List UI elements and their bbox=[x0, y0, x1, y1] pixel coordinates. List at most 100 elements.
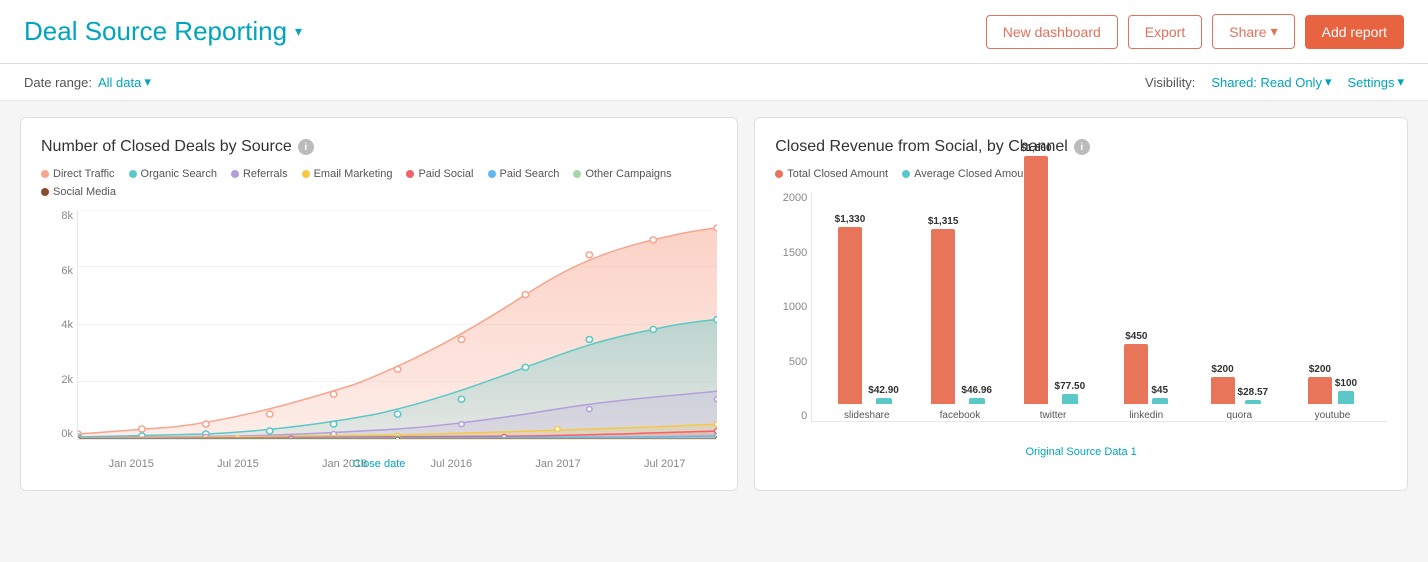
x-label: Jan 2015 bbox=[109, 458, 154, 470]
avg-bar-column: $28.57 bbox=[1238, 387, 1269, 404]
left-chart-info-icon[interactable]: i bbox=[298, 139, 314, 155]
legend-label: Direct Traffic bbox=[53, 168, 115, 180]
y-label: 2k bbox=[61, 374, 73, 386]
left-chart-plot bbox=[77, 210, 717, 440]
bar-pair: $450 $45 bbox=[1124, 331, 1168, 404]
avg-bar-value: $100 bbox=[1335, 378, 1357, 389]
legend-item: Other Campaigns bbox=[573, 168, 671, 180]
total-bar-value: $200 bbox=[1309, 364, 1331, 375]
date-range-value: All data bbox=[98, 75, 141, 90]
date-range-label: Date range: bbox=[24, 75, 92, 90]
bar-x-label: twitter bbox=[1040, 410, 1067, 421]
left-chart-legend: Direct TrafficOrganic SearchReferralsEma… bbox=[41, 168, 717, 198]
avg-bar-column: $46.96 bbox=[961, 385, 992, 404]
legend-dot bbox=[231, 170, 239, 178]
total-bar bbox=[1308, 377, 1332, 404]
legend-dot bbox=[41, 188, 49, 196]
legend-dot bbox=[129, 170, 137, 178]
legend-label: Email Marketing bbox=[314, 168, 393, 180]
bar-x-label: quora bbox=[1227, 410, 1253, 421]
total-bar-column: $450 bbox=[1124, 331, 1148, 404]
legend-label: Paid Social bbox=[418, 168, 473, 180]
settings-chevron-icon: ▾ bbox=[1397, 74, 1404, 90]
total-bar-column: $200 bbox=[1211, 364, 1235, 404]
total-bar bbox=[1211, 377, 1235, 404]
avg-bar-column: $77.50 bbox=[1055, 381, 1086, 404]
bar-group: $450 $45 linkedin bbox=[1100, 331, 1193, 421]
title-text: Deal Source Reporting bbox=[24, 16, 287, 47]
left-chart-card: Number of Closed Deals by Source i Direc… bbox=[20, 117, 738, 491]
left-y-labels: 8k 6k 4k 2k 0k bbox=[41, 210, 73, 440]
legend-label: Social Media bbox=[53, 186, 116, 198]
y-label: 6k bbox=[61, 265, 73, 277]
bar-group: $200 $100 youtube bbox=[1286, 364, 1379, 421]
legend-label: Total Closed Amount bbox=[787, 168, 888, 180]
add-report-button[interactable]: Add report bbox=[1305, 15, 1404, 49]
settings-button[interactable]: Settings ▾ bbox=[1347, 74, 1404, 90]
legend-item: Paid Social bbox=[406, 168, 473, 180]
visibility-label: Visibility: bbox=[1145, 75, 1195, 90]
bar-group: $1,330 $42.90 slideshare bbox=[820, 214, 913, 421]
bar-group: $1,315 $46.96 facebook bbox=[913, 216, 1006, 421]
total-bar-column: $1,330 bbox=[835, 214, 866, 404]
legend-label: Paid Search bbox=[500, 168, 560, 180]
page-title: Deal Source Reporting ▾ bbox=[24, 16, 302, 47]
avg-bar bbox=[1245, 400, 1261, 404]
bar-x-label: linkedin bbox=[1129, 410, 1163, 421]
bar-y-label: 1000 bbox=[783, 301, 807, 313]
total-bar-column: $1,315 bbox=[928, 216, 959, 404]
bar-x-label: facebook bbox=[940, 410, 981, 421]
left-x-axis-title: Close date bbox=[353, 458, 406, 470]
date-range-selector[interactable]: All data ▾ bbox=[98, 74, 151, 90]
x-label: Jul 2016 bbox=[431, 458, 473, 470]
title-chevron-icon[interactable]: ▾ bbox=[295, 23, 302, 40]
date-range-chevron-icon: ▾ bbox=[144, 74, 151, 90]
bar-group: $200 $28.57 quora bbox=[1193, 364, 1286, 421]
legend-item: Referrals bbox=[231, 168, 288, 180]
total-bar-value: $1,315 bbox=[928, 216, 959, 227]
legend-dot bbox=[488, 170, 496, 178]
bar-chart-area: 2000150010005000 $1,330 $42.90 slideshar… bbox=[775, 192, 1387, 462]
legend-item: Social Media bbox=[41, 186, 116, 198]
x-label: Jan 2017 bbox=[535, 458, 580, 470]
avg-bar-value: $42.90 bbox=[868, 385, 899, 396]
legend-dot bbox=[41, 170, 49, 178]
bar-x-label: youtube bbox=[1315, 410, 1351, 421]
total-bar-value: $450 bbox=[1125, 331, 1147, 342]
y-label: 4k bbox=[61, 319, 73, 331]
avg-bar bbox=[1152, 398, 1168, 404]
legend-dot bbox=[902, 170, 910, 178]
share-label: Share bbox=[1229, 24, 1266, 40]
bar-pair: $200 $100 bbox=[1308, 364, 1357, 404]
avg-bar bbox=[876, 398, 892, 404]
bar-y-label: 0 bbox=[801, 410, 807, 422]
total-bar-value: $1,330 bbox=[835, 214, 866, 225]
total-bar-value: $1,860 bbox=[1021, 143, 1052, 154]
new-dashboard-button[interactable]: New dashboard bbox=[986, 15, 1118, 49]
legend-item: Paid Search bbox=[488, 168, 560, 180]
bar-x-axis-title: Original Source Data 1 bbox=[1025, 446, 1136, 458]
total-bar-column: $200 bbox=[1308, 364, 1332, 404]
header: Deal Source Reporting ▾ New dashboard Ex… bbox=[0, 0, 1428, 64]
left-chart-area: 8k 6k 4k 2k 0k bbox=[41, 210, 717, 470]
total-bar-value: $200 bbox=[1211, 364, 1233, 375]
avg-bar bbox=[1338, 391, 1354, 404]
toolbar: Date range: All data ▾ Visibility: Share… bbox=[0, 64, 1428, 101]
visibility-selector[interactable]: Shared: Read Only ▾ bbox=[1211, 74, 1331, 90]
bar-pair: $200 $28.57 bbox=[1211, 364, 1269, 404]
visibility-chevron-icon: ▾ bbox=[1325, 74, 1332, 90]
legend-dot bbox=[406, 170, 414, 178]
y-label: 0k bbox=[61, 428, 73, 440]
avg-bar-value: $46.96 bbox=[961, 385, 992, 396]
y-label: 8k bbox=[61, 210, 73, 222]
avg-bar-value: $28.57 bbox=[1238, 387, 1269, 398]
bar-y-label: 2000 bbox=[783, 192, 807, 204]
right-chart-card: Closed Revenue from Social, by Channel i… bbox=[754, 117, 1408, 491]
avg-bar-column: $100 bbox=[1335, 378, 1357, 404]
legend-item: Total Closed Amount bbox=[775, 168, 888, 180]
avg-bar-value: $77.50 bbox=[1055, 381, 1086, 392]
export-button[interactable]: Export bbox=[1128, 15, 1202, 49]
avg-bar-value: $45 bbox=[1151, 385, 1168, 396]
legend-item: Email Marketing bbox=[302, 168, 393, 180]
share-button[interactable]: Share ▾ bbox=[1212, 14, 1294, 49]
